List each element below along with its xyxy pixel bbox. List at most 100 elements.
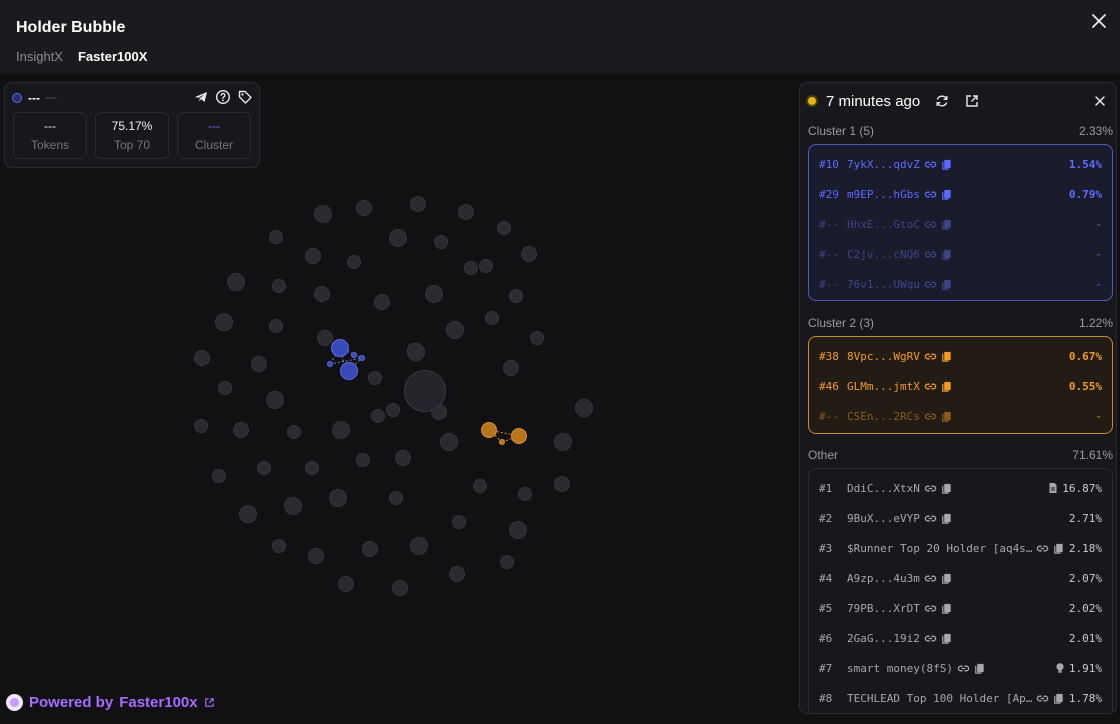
- holder-bubble[interactable]: [389, 491, 403, 505]
- holder-bubble[interactable]: [530, 331, 544, 345]
- list-item[interactable]: #29 m9EP...hGbs 0.79%: [819, 186, 1102, 202]
- holder-bubble[interactable]: [554, 433, 572, 451]
- holder-bubble[interactable]: [194, 419, 208, 433]
- link-icon[interactable]: [924, 248, 937, 261]
- holder-bubble[interactable]: [575, 399, 593, 417]
- external-link-icon[interactable]: [964, 93, 980, 109]
- link-icon[interactable]: [924, 158, 937, 171]
- holder-bubble[interactable]: [452, 515, 466, 529]
- copy-icon[interactable]: [940, 410, 953, 423]
- cluster-2-bubble[interactable]: [481, 422, 497, 438]
- holder-bubble[interactable]: [284, 497, 302, 515]
- copy-icon[interactable]: [940, 158, 953, 171]
- powered-by-link[interactable]: Powered by Faster100x: [6, 694, 215, 711]
- tab-insightx[interactable]: InsightX: [16, 49, 63, 64]
- copy-icon[interactable]: [940, 572, 953, 585]
- copy-icon[interactable]: [940, 188, 953, 201]
- holder-bubble[interactable]: [446, 321, 464, 339]
- holder-bubble[interactable]: [500, 555, 514, 569]
- list-item[interactable]: #6 2GaG...19i2 2.01%: [819, 630, 1102, 646]
- holder-bubble[interactable]: [473, 479, 487, 493]
- cluster-2-bubble[interactable]: [499, 439, 505, 445]
- holder-bubble[interactable]: [410, 537, 428, 555]
- list-item[interactable]: #38 8Vpc...WgRV 0.67%: [819, 348, 1102, 364]
- link-icon[interactable]: [924, 482, 937, 495]
- copy-icon[interactable]: [940, 380, 953, 393]
- copy-icon[interactable]: [940, 512, 953, 525]
- copy-icon[interactable]: [940, 632, 953, 645]
- help-icon[interactable]: [215, 89, 231, 105]
- holder-bubble[interactable]: [218, 381, 232, 395]
- holder-bubble[interactable]: [257, 461, 271, 475]
- copy-icon[interactable]: [940, 482, 953, 495]
- copy-icon[interactable]: [940, 602, 953, 615]
- list-item[interactable]: #5 79PB...XrDT 2.02%: [819, 600, 1102, 616]
- link-icon[interactable]: [924, 632, 937, 645]
- holder-bubble[interactable]: [272, 279, 286, 293]
- holder-bubble[interactable]: [317, 330, 333, 346]
- tag-icon[interactable]: [237, 89, 253, 105]
- holder-bubble[interactable]: [440, 433, 458, 451]
- holder-bubble[interactable]: [509, 289, 523, 303]
- holder-bubble[interactable]: [356, 200, 372, 216]
- list-item[interactable]: #-- CSEn...2RCs -: [819, 408, 1102, 424]
- list-item[interactable]: #3 $Runner Top 20 Holder [aq4s… 2.18%: [819, 540, 1102, 556]
- holder-bubble[interactable]: [410, 196, 426, 212]
- holder-bubble[interactable]: [395, 450, 411, 466]
- refresh-icon[interactable]: [934, 93, 950, 109]
- holder-bubble[interactable]: [509, 521, 527, 539]
- holder-bubble[interactable]: [314, 286, 330, 302]
- cluster-2-bubble[interactable]: [511, 428, 527, 444]
- holder-bubble[interactable]: [194, 350, 210, 366]
- holder-bubble[interactable]: [449, 566, 465, 582]
- holder-bubble[interactable]: [485, 311, 499, 325]
- holder-bubble[interactable]: [338, 576, 354, 592]
- list-item[interactable]: #-- 76v1...UWqu -: [819, 276, 1102, 292]
- holder-bubble[interactable]: [287, 425, 301, 439]
- link-icon[interactable]: [924, 380, 937, 393]
- copy-icon[interactable]: [940, 218, 953, 231]
- holder-bubble[interactable]: [227, 273, 245, 291]
- holder-bubble[interactable]: [464, 261, 478, 275]
- cluster-1-bubble[interactable]: [359, 355, 365, 361]
- close-icon[interactable]: [1092, 93, 1108, 109]
- holder-bubble[interactable]: [329, 489, 347, 507]
- holder-bubble[interactable]: [269, 319, 283, 333]
- link-icon[interactable]: [924, 278, 937, 291]
- tab-faster100x[interactable]: Faster100X: [78, 49, 147, 64]
- holder-bubble[interactable]: [272, 539, 286, 553]
- link-icon[interactable]: [924, 572, 937, 585]
- list-item[interactable]: #7 smart money(8fS) 1.91%: [819, 660, 1102, 676]
- holder-bubble[interactable]: [407, 343, 421, 357]
- holder-bubble[interactable]: [308, 548, 324, 564]
- holder-bubble[interactable]: [521, 246, 537, 262]
- link-icon[interactable]: [924, 602, 937, 615]
- cluster-1-bubble[interactable]: [331, 339, 349, 357]
- holder-bubble[interactable]: [554, 476, 570, 492]
- holder-bubble[interactable]: [434, 235, 448, 249]
- largest-holder-bubble[interactable]: [404, 370, 446, 412]
- holder-bubble[interactable]: [458, 204, 474, 220]
- holder-bubble[interactable]: [305, 248, 321, 264]
- holder-bubble[interactable]: [425, 285, 443, 303]
- cluster-1-bubble[interactable]: [340, 362, 358, 380]
- copy-icon[interactable]: [973, 662, 986, 675]
- holder-bubble-map[interactable]: [180, 180, 620, 610]
- link-icon[interactable]: [924, 188, 937, 201]
- list-item[interactable]: #-- C2jv...cNQ6 -: [819, 246, 1102, 262]
- list-item[interactable]: #4 A9zp...4u3m 2.07%: [819, 570, 1102, 586]
- holder-bubble[interactable]: [362, 541, 378, 557]
- list-item[interactable]: #1 DdiC...XtxN 16.87%: [819, 480, 1102, 496]
- telegram-icon[interactable]: [193, 89, 209, 105]
- holder-bubble[interactable]: [269, 230, 283, 244]
- holder-bubble[interactable]: [371, 409, 385, 423]
- holder-bubble[interactable]: [332, 421, 350, 439]
- link-icon[interactable]: [924, 350, 937, 363]
- link-icon[interactable]: [1036, 542, 1049, 555]
- list-item[interactable]: #10 7ykX...qdvZ 1.54%: [819, 156, 1102, 172]
- link-icon[interactable]: [924, 218, 937, 231]
- close-icon[interactable]: [1088, 10, 1110, 32]
- holder-bubble[interactable]: [347, 255, 361, 269]
- list-item[interactable]: #46 GLMm...jmtX 0.55%: [819, 378, 1102, 394]
- link-icon[interactable]: [1036, 692, 1049, 705]
